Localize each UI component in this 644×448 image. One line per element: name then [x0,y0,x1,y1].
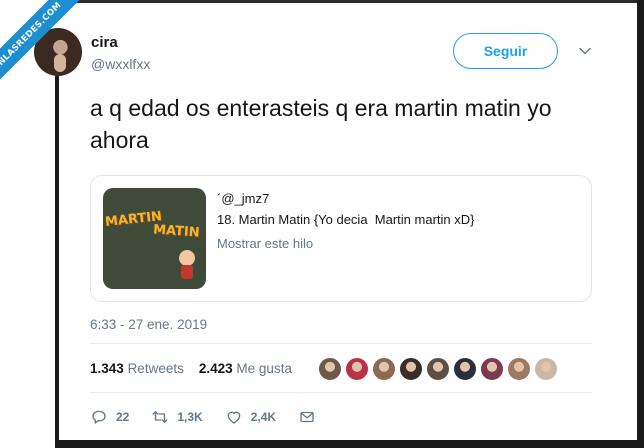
like-count: 2,4K [250,410,277,424]
tweet-timestamp[interactable]: 6:33 - 27 ene. 2019 [90,317,207,332]
chevron-down-icon[interactable] [578,44,592,58]
quote-handle: ´@_jmz7 [217,191,270,206]
thumbnail-character-head [179,250,195,266]
thumbnail-character-body [181,265,193,279]
like-button[interactable]: 2,4K [225,408,276,426]
frame-right [637,0,644,448]
retweets-count[interactable]: 1.343 [90,361,124,376]
tweet-text: a q edad os enterasteis q era martin mat… [90,95,552,153]
action-bar: 22 1,3K 2,4K [90,407,346,427]
liker-avatar[interactable] [507,357,531,381]
liker-avatar[interactable] [372,357,396,381]
retweets-label[interactable]: Retweets [128,361,184,376]
follow-button[interactable]: Seguir [453,33,558,69]
likes-label[interactable]: Me gusta [236,361,292,376]
divider [90,392,592,393]
reply-button[interactable]: 22 [90,408,129,426]
frame-top [55,0,644,3]
retweet-count: 1,3K [177,410,203,424]
likers-avatars [318,357,561,383]
liker-avatar[interactable] [534,357,558,381]
avatar[interactable] [34,28,82,76]
heart-icon [227,411,241,424]
liker-avatar[interactable] [426,357,450,381]
user-handle[interactable]: @wxxlfxx [91,56,150,72]
liker-avatar[interactable] [399,357,423,381]
liker-avatar[interactable] [345,357,369,381]
liker-avatar[interactable] [453,357,477,381]
quote-body: 18. Martin Matin {Yo decia Martin martin… [217,212,475,227]
reply-count: 22 [116,410,130,424]
quote-thumbnail: MARTIN MATIN [103,188,206,289]
liker-avatar[interactable] [318,357,342,381]
liker-avatar[interactable] [480,357,504,381]
thumbnail-title-2: MATIN [152,222,201,241]
retweet-icon [152,411,168,423]
message-button[interactable] [298,408,324,426]
envelope-icon [300,411,314,423]
divider [90,343,592,344]
retweet-button[interactable]: 1,3K [151,408,203,426]
quoted-tweet[interactable]: MARTIN MATIN ´@_jmz7 18. Martin Matin {Y… [90,175,592,302]
show-thread-link[interactable]: Mostrar este hilo [217,236,313,251]
frame-left [55,70,59,448]
engagement-stats: 1.343 Retweets 2.423 Me gusta [90,361,292,376]
reply-icon [92,410,106,424]
user-name[interactable]: cira [91,34,118,51]
frame-bottom [55,440,644,448]
likes-count[interactable]: 2.423 [199,361,233,376]
